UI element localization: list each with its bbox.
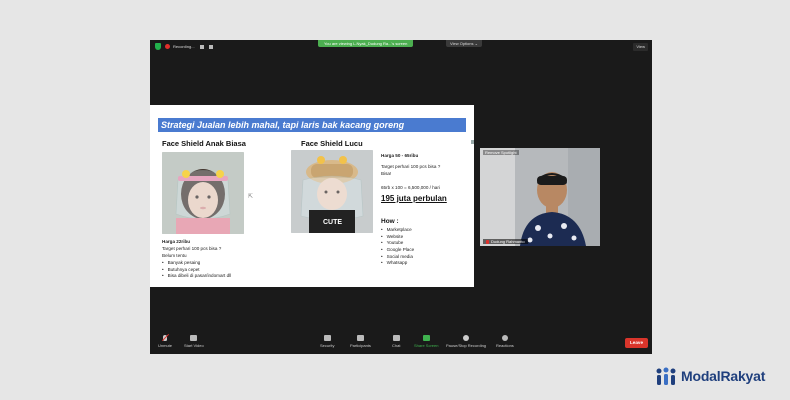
remove-spotlight-button[interactable]: Remove Spotlight [483, 150, 519, 155]
top-bar: Recording... You are viewing L.Nyak_Dudu… [150, 40, 652, 52]
recording-indicator: Recording... [165, 42, 213, 51]
left-price: Harga 22ribu [162, 239, 191, 244]
left-status: Belum tentu [162, 253, 187, 258]
left-target: Target perhari 100 pcs bisa ? [162, 246, 222, 251]
mouse-cursor-icon: ⇱ [248, 194, 254, 200]
right-price: Harga 50 - 65ribu [381, 153, 419, 158]
record-label: Pause/Stop Recording [446, 343, 487, 348]
how-heading: How : [381, 218, 399, 225]
record-dot-icon [165, 44, 170, 49]
monthly-total: 195 juta perbulan [381, 194, 447, 203]
list-item: Bisa dibeli di pasar/indomart dll [162, 273, 232, 280]
slide-scroll-indicator [471, 140, 474, 144]
shield-icon [323, 335, 331, 341]
start-video-label: Start Video [184, 343, 204, 348]
modalrakyat-logo-icon [656, 367, 676, 385]
viewing-screen-banner: You are viewing L.Nyak_Dudung Ra...'s sc… [318, 40, 414, 47]
smiley-icon [501, 335, 508, 341]
share-screen-label: Share Screen [414, 343, 439, 348]
child-face-shield-photo [162, 152, 244, 234]
speaker-name: Dudung Rahmanto [491, 239, 525, 244]
slide-title: Strategi Jualan lebih mahal, tapi laris … [158, 118, 466, 132]
chat-button[interactable]: Chat [392, 335, 400, 348]
svg-text:CUTE: CUTE [323, 219, 342, 226]
right-target: Target perhari 100 pcs bisa ? [381, 164, 441, 169]
right-status: Bisa! [381, 171, 392, 176]
speaker-video-frame [480, 148, 600, 246]
chat-label: Chat [392, 343, 401, 348]
list-item: Banyak pesaing [162, 260, 231, 267]
view-options-button[interactable]: View Options ⌄ [446, 40, 482, 47]
how-list: Marketplace Website Youtube Google Place… [381, 227, 415, 267]
view-button[interactable]: View [633, 43, 648, 51]
unmute-button[interactable]: Unmute [158, 333, 173, 348]
participants-label: Participants [350, 343, 371, 348]
list-item: Butuhnya cepet [162, 267, 231, 274]
chat-bubble-icon [392, 335, 400, 341]
reactions-label: Reactions [496, 343, 514, 348]
list-item: Youtube [381, 240, 414, 247]
start-video-button[interactable]: Start Video [184, 335, 204, 348]
list-item: Google Place [381, 247, 415, 254]
security-button[interactable]: Security [320, 335, 334, 348]
unmute-label: Unmute [158, 343, 173, 348]
list-item: Social media [381, 254, 414, 261]
left-heading: Face Shield Anak Biasa [162, 139, 246, 148]
microphone-icon [161, 333, 170, 342]
zoom-window: Recording... You are viewing L.Nyak_Dudu… [150, 40, 652, 354]
muted-mic-icon [486, 239, 489, 244]
speaker-video[interactable]: Remove Spotlight Dudung Rahmanto [480, 148, 600, 246]
right-heading: Face Shield Lucu [301, 139, 363, 148]
reactions-button[interactable]: Reactions [496, 335, 514, 348]
pause-recording-icon[interactable] [199, 44, 204, 49]
meeting-toolbar: Unmute Start Video Security Participants… [150, 332, 652, 354]
list-item: Marketplace [381, 227, 414, 234]
speaker-name-tag: Dudung Rahmanto [483, 239, 528, 244]
right-calc: 65rb x 100 = 6,500,000 / hari [381, 185, 440, 190]
leave-button[interactable]: Leave [624, 338, 648, 348]
kid-hat-face-shield-photo: CUTE [291, 150, 373, 233]
participants-icon [356, 335, 364, 341]
record-icon [463, 335, 470, 341]
video-camera-icon [190, 335, 198, 341]
share-screen-button[interactable]: Share Screen [414, 335, 438, 348]
left-bullet-list: Banyak pesaing Butuhnya cepet Bisa dibel… [162, 260, 232, 280]
security-shield-icon[interactable] [155, 43, 161, 50]
list-item: Website [381, 234, 414, 241]
recording-label: Recording... [173, 44, 195, 49]
shared-slide: Strategi Jualan lebih mahal, tapi laris … [150, 105, 474, 287]
brand-logo: ModalRakyat [655, 367, 765, 385]
security-label: Security [320, 343, 335, 348]
record-button[interactable]: Pause/Stop Recording [446, 335, 486, 348]
list-item: Whatsapp [381, 260, 414, 267]
share-screen-icon [422, 335, 430, 341]
view-button-label: View [636, 44, 645, 49]
brand-name: ModalRakyat [681, 368, 766, 384]
participants-button[interactable]: Participants [350, 335, 371, 348]
stop-recording-icon[interactable] [208, 44, 213, 49]
